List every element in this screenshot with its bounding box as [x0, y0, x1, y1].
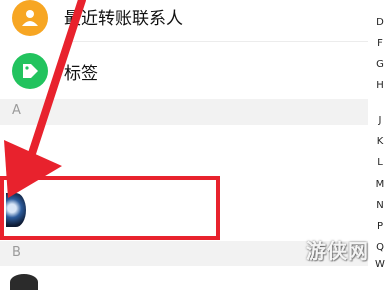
highlight-box	[0, 176, 220, 240]
tags-label: 标签	[64, 64, 98, 84]
watermark: 游侠网	[306, 239, 369, 263]
section-letter-b: B	[12, 245, 21, 260]
index-letter[interactable]: W	[374, 259, 386, 270]
index-letter[interactable]: D	[374, 17, 386, 28]
avatar[interactable]	[10, 274, 38, 290]
index-letter[interactable]: H	[374, 80, 386, 91]
alphabet-index-bar[interactable]: D F G H J K L M N P Q W	[368, 0, 392, 284]
recent-transfer-contacts-item[interactable]: 最近转账联系人	[0, 0, 368, 42]
index-letter[interactable]: J	[374, 115, 386, 126]
person-icon	[12, 0, 48, 36]
section-letter-a: A	[12, 103, 21, 118]
tag-icon	[12, 53, 48, 89]
index-letter[interactable]: F	[374, 38, 386, 49]
index-letter[interactable]: K	[374, 136, 386, 147]
index-letter[interactable]: N	[374, 200, 386, 211]
recent-transfer-contacts-label: 最近转账联系人	[64, 9, 183, 29]
section-header-a: A	[0, 99, 368, 125]
index-letter[interactable]: P	[374, 221, 386, 232]
index-letter[interactable]: Q	[374, 242, 386, 253]
index-letter[interactable]: M	[374, 179, 386, 190]
index-letter[interactable]: L	[374, 157, 386, 168]
tags-item[interactable]: 标签	[0, 42, 368, 98]
index-letter[interactable]: G	[374, 59, 386, 70]
